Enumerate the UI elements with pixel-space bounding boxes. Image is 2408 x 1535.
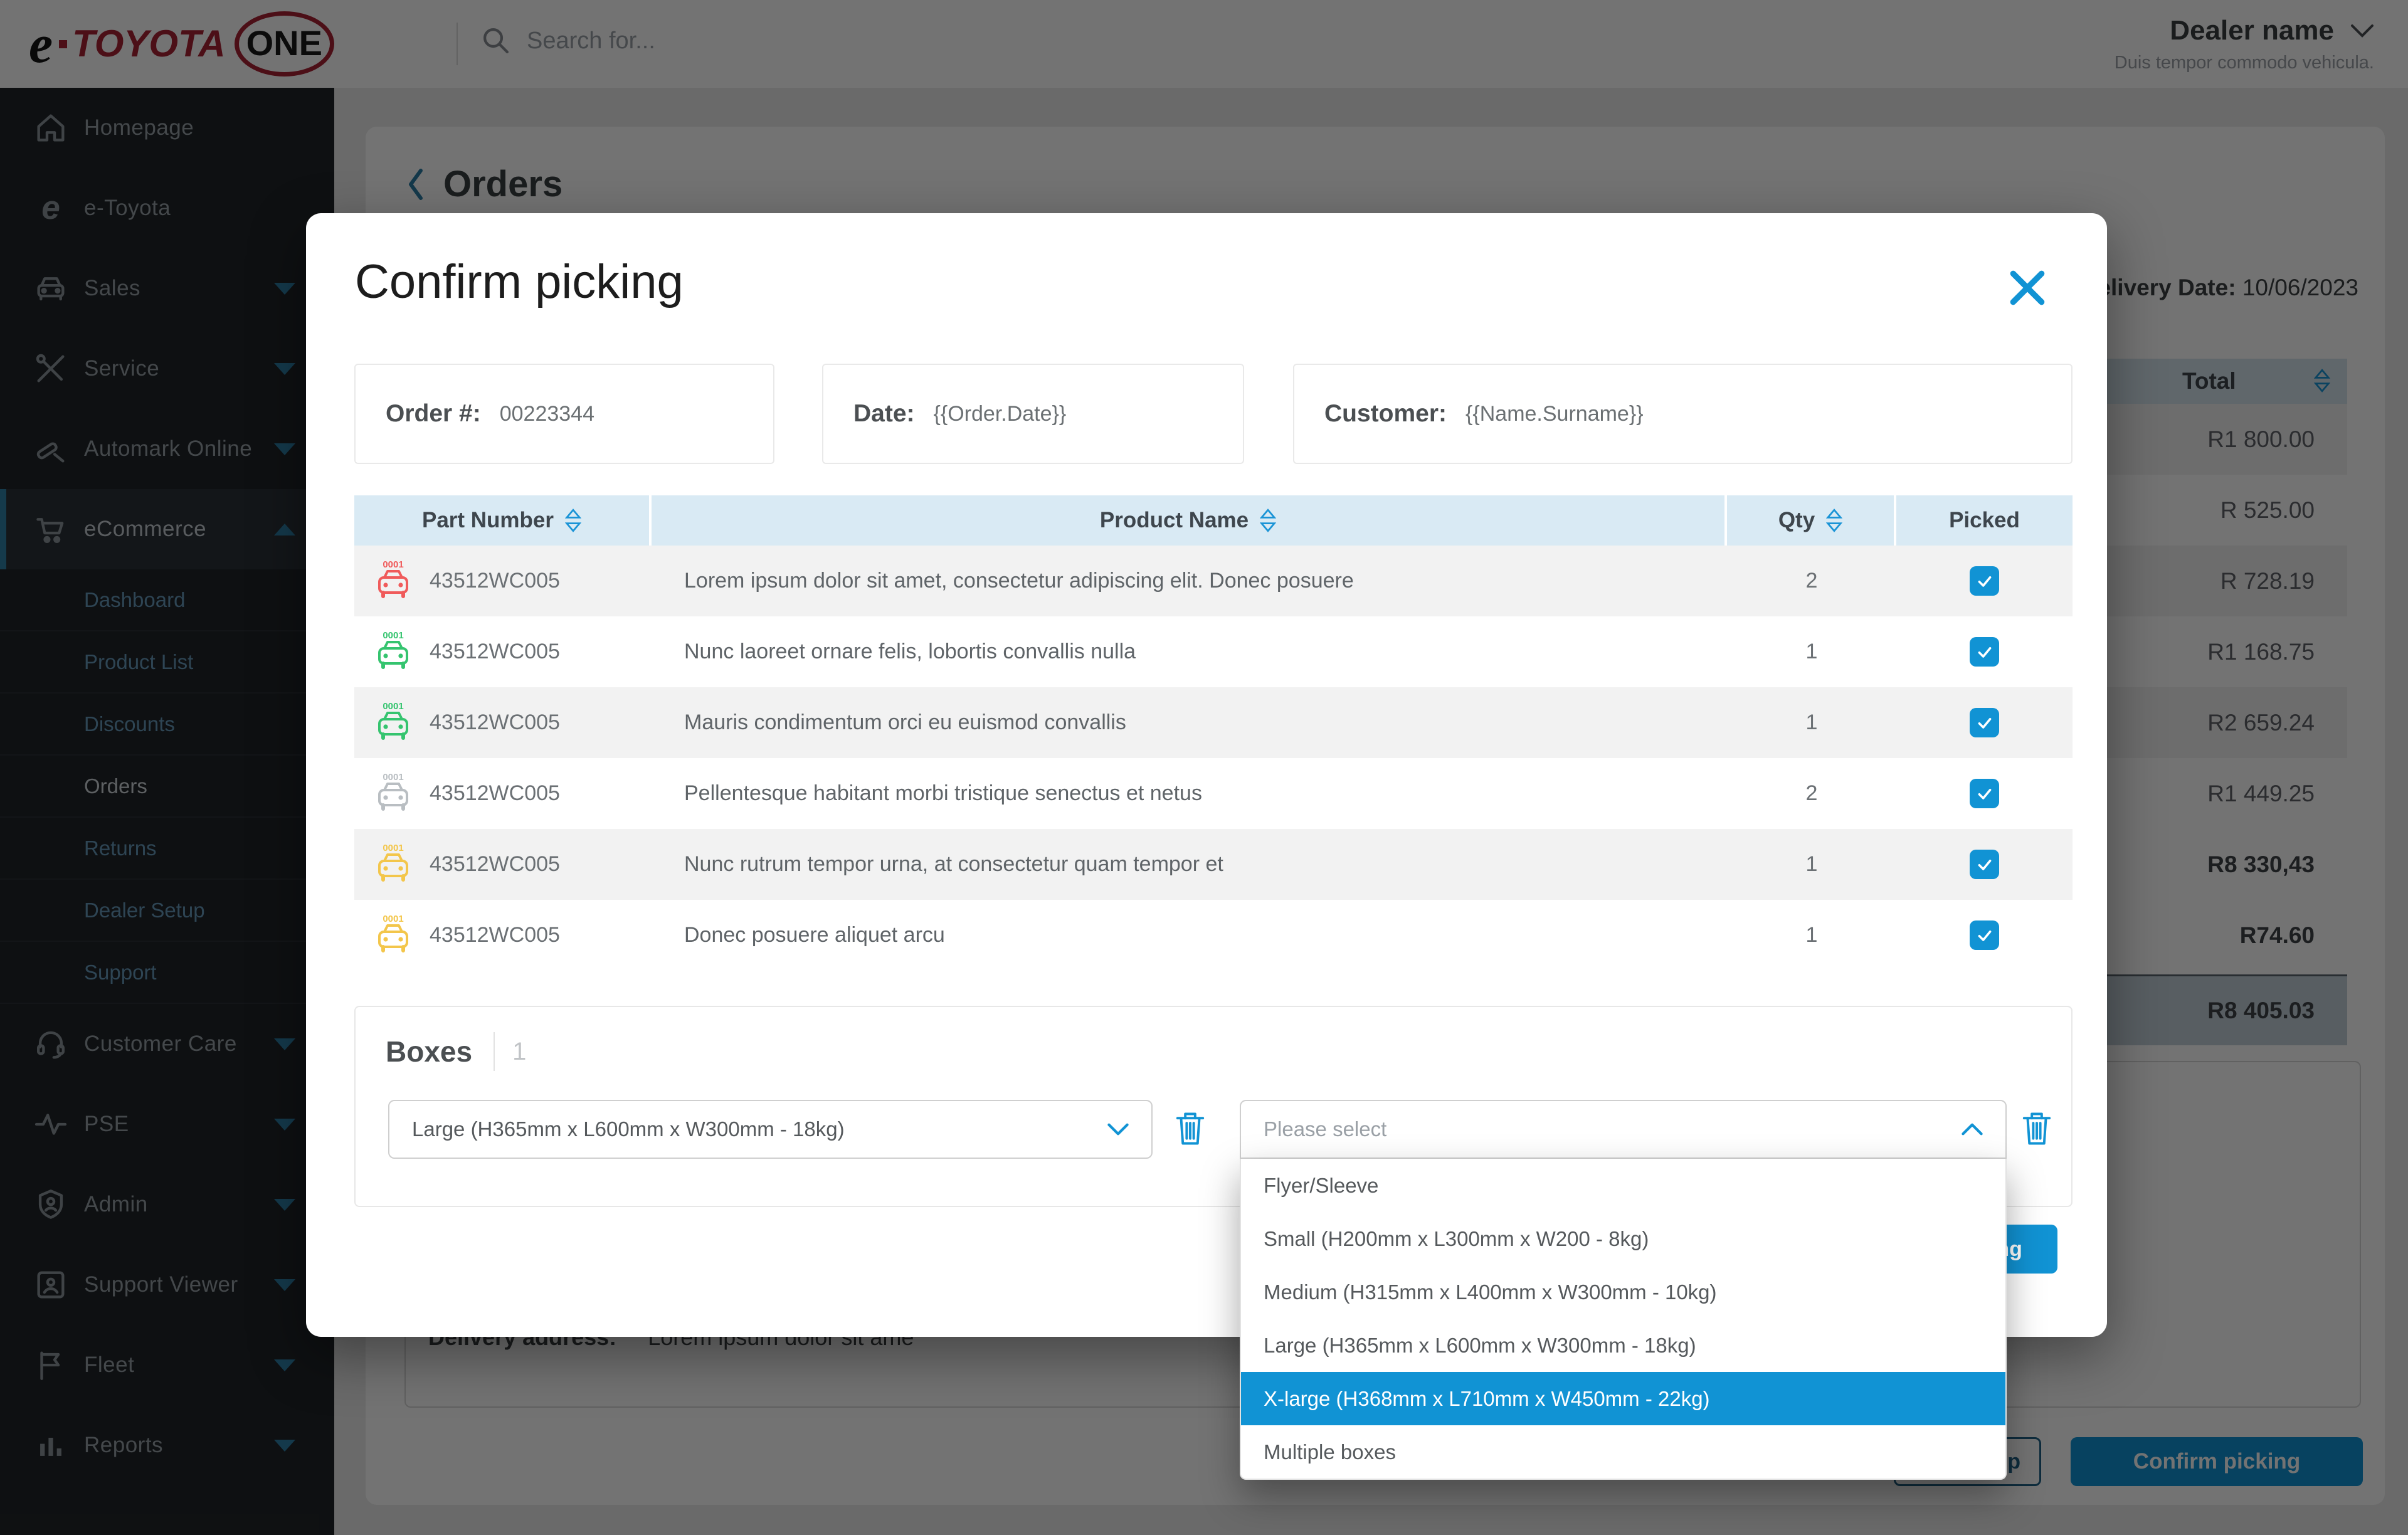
column-header-picked: Picked xyxy=(1896,495,2073,546)
chevron-down-icon xyxy=(1107,1123,1129,1136)
delete-box-1-icon[interactable] xyxy=(1175,1111,1206,1146)
column-label: Picked xyxy=(1949,508,2020,533)
order-date-value: {{Order.Date}} xyxy=(934,402,1067,426)
vehicle-status-icon: 0001 xyxy=(373,913,413,958)
qty-value: 1 xyxy=(1806,710,1818,735)
qty-value: 2 xyxy=(1806,781,1818,806)
picked-checkbox[interactable] xyxy=(1970,708,1999,737)
sort-icon[interactable] xyxy=(565,507,581,534)
parts-table-body: 0001 43512WC005 Lorem ipsum dolor sit amet… xyxy=(354,546,2073,971)
part-number: 43512WC005 xyxy=(430,710,560,735)
qty-value: 1 xyxy=(1806,640,1818,664)
product-name: Nunc laoreet ornare felis, lobortis conv… xyxy=(684,640,1136,664)
qty-value: 1 xyxy=(1806,852,1818,877)
boxes-section: Boxes 1 Large (H365mm x L600mm x W300mm … xyxy=(354,1006,2073,1207)
part-row: 0001 43512WC005 Donec posuere aliquet arcu… xyxy=(354,900,2073,971)
modal-title: Confirm picking xyxy=(355,255,684,309)
svg-text:0001: 0001 xyxy=(383,630,403,641)
vehicle-status-icon: 0001 xyxy=(373,771,413,816)
svg-text:0001: 0001 xyxy=(383,772,403,783)
part-number: 43512WC005 xyxy=(430,781,560,806)
part-row: 0001 43512WC005 Nunc rutrum tempor urna, a… xyxy=(354,829,2073,900)
picked-checkbox[interactable] xyxy=(1970,566,1999,596)
box-size-select-2-wrap: Please select Flyer/SleeveSmall (H200mm … xyxy=(1240,1100,2007,1159)
boxes-title-divider xyxy=(494,1032,495,1071)
customer-value: {{Name.Surname}} xyxy=(1465,402,1644,426)
vehicle-status-icon: 0001 xyxy=(373,559,413,604)
sort-icon[interactable] xyxy=(1260,507,1276,534)
qty-value: 2 xyxy=(1806,569,1818,593)
part-row: 0001 43512WC005 Pellentesque habitant morb… xyxy=(354,758,2073,829)
qty-value: 1 xyxy=(1806,923,1818,947)
part-row: 0001 43512WC005 Mauris condimentum orci eu… xyxy=(354,687,2073,758)
column-header-product-name: Product Name xyxy=(652,495,1727,546)
part-row: 0001 43512WC005 Lorem ipsum dolor sit amet… xyxy=(354,546,2073,616)
boxes-title: Boxes xyxy=(386,1035,472,1068)
box-size-select-1[interactable]: Large (H365mm x L600mm x W300mm - 18kg) xyxy=(388,1100,1153,1159)
boxes-title-row: Boxes 1 xyxy=(386,1032,526,1071)
part-number: 43512WC005 xyxy=(430,923,560,947)
customer-field: Customer: {{Name.Surname}} xyxy=(1293,364,2073,464)
box-size-select-2-placeholder: Please select xyxy=(1264,1117,1962,1141)
app-screen: e TOYOTA ONE Dealer name Duis tempor com… xyxy=(0,0,2408,1535)
box-size-select-2[interactable]: Please select xyxy=(1240,1100,2007,1159)
boxes-count-badge: 1 xyxy=(512,1038,526,1066)
svg-text:0001: 0001 xyxy=(383,914,403,924)
part-number: 43512WC005 xyxy=(430,640,560,664)
close-icon[interactable] xyxy=(2007,267,2048,309)
svg-text:0001: 0001 xyxy=(383,843,403,853)
confirm-picking-modal: Confirm picking Order #: 00223344 Date: … xyxy=(306,213,2107,1337)
order-date-label: Date: xyxy=(853,400,915,428)
box-option[interactable]: X-large (H368mm x L710mm x W450mm - 22kg… xyxy=(1241,1372,2005,1425)
box-option[interactable]: Flyer/Sleeve xyxy=(1241,1159,2005,1212)
svg-text:0001: 0001 xyxy=(383,701,403,712)
column-label: Qty xyxy=(1778,508,1815,533)
box-option[interactable]: Small (H200mm x L300mm x W200 - 8kg) xyxy=(1241,1212,2005,1265)
box-option[interactable]: Multiple boxes xyxy=(1241,1425,2005,1479)
column-label: Part Number xyxy=(422,508,554,533)
order-number-field: Order #: 00223344 xyxy=(354,364,774,464)
picked-checkbox[interactable] xyxy=(1970,779,1999,808)
picked-checkbox[interactable] xyxy=(1970,850,1999,879)
picked-checkbox[interactable] xyxy=(1970,637,1999,667)
picked-checkbox[interactable] xyxy=(1970,920,1999,950)
vehicle-status-icon: 0001 xyxy=(373,630,413,675)
part-number: 43512WC005 xyxy=(430,852,560,877)
sort-icon[interactable] xyxy=(1826,507,1842,534)
vehicle-status-icon: 0001 xyxy=(373,842,413,887)
product-name: Lorem ipsum dolor sit amet, consectetur … xyxy=(684,569,1354,593)
parts-table-header: Part Number Product Name Qty Picked xyxy=(354,495,2073,546)
column-header-qty: Qty xyxy=(1727,495,1896,546)
box-option[interactable]: Large (H365mm x L600mm x W300mm - 18kg) xyxy=(1241,1319,2005,1372)
box-option[interactable]: Medium (H315mm x L400mm x W300mm - 10kg) xyxy=(1241,1265,2005,1319)
vehicle-status-icon: 0001 xyxy=(373,700,413,746)
column-header-part-number: Part Number xyxy=(354,495,652,546)
customer-label: Customer: xyxy=(1324,400,1447,428)
part-row: 0001 43512WC005 Nunc laoreet ornare felis,… xyxy=(354,616,2073,687)
order-number-value: 00223344 xyxy=(500,402,594,426)
chevron-up-icon xyxy=(1962,1123,1983,1136)
column-label: Product Name xyxy=(1100,508,1249,533)
part-number: 43512WC005 xyxy=(430,569,560,593)
svg-text:0001: 0001 xyxy=(383,559,403,570)
order-number-label: Order #: xyxy=(386,400,481,428)
product-name: Pellentesque habitant morbi tristique se… xyxy=(684,781,1202,806)
box-size-options-list: Flyer/SleeveSmall (H200mm x L300mm x W20… xyxy=(1240,1159,2007,1480)
product-name: Nunc rutrum tempor urna, at consectetur … xyxy=(684,852,1223,877)
box-size-select-1-value: Large (H365mm x L600mm x W300mm - 18kg) xyxy=(412,1117,1107,1141)
delete-box-2-icon[interactable] xyxy=(2021,1111,2052,1146)
product-name: Donec posuere aliquet arcu xyxy=(684,923,945,947)
product-name: Mauris condimentum orci eu euismod conva… xyxy=(684,710,1126,735)
order-date-field: Date: {{Order.Date}} xyxy=(822,364,1244,464)
